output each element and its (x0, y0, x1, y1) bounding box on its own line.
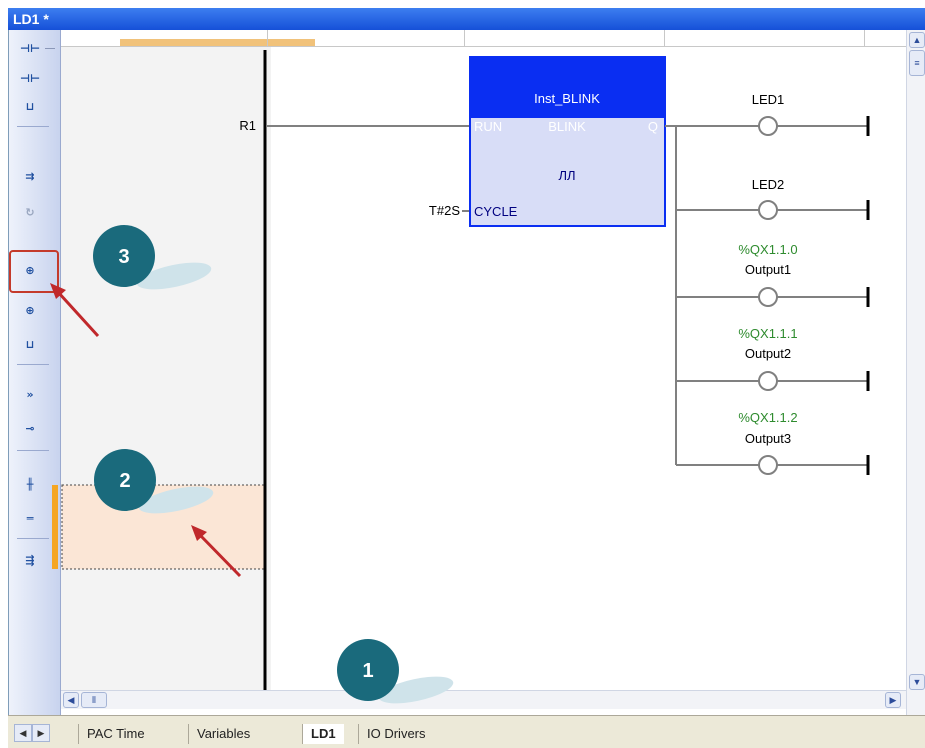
function-block-blink[interactable]: Inst_BLINK RUN BLINK Q ЛЛ CYCLE (469, 56, 666, 227)
callout-1: 1 (337, 639, 454, 704)
fb-type: BLINK (548, 119, 586, 134)
coil-name: LED1 (752, 92, 785, 107)
coil-address: %QX1.1.0 (738, 242, 797, 257)
contact-label-r1: R1 (239, 118, 256, 133)
fb-input-cycle: CYCLE (474, 204, 518, 219)
coil-name: Output2 (745, 346, 791, 361)
tab-scroll-left-button[interactable]: ◀ (14, 724, 32, 742)
tab-io-drivers[interactable]: IO Drivers (358, 724, 434, 744)
coil-output2[interactable]: %QX1.1.1 Output2 (676, 326, 870, 391)
coil-name: LED2 (752, 177, 785, 192)
tab-pac-time[interactable]: PAC Time (78, 724, 153, 744)
svg-text:3: 3 (118, 246, 129, 268)
ladder-diagram: R1 T#2S Inst_BLINK RUN BLINK Q ЛЛ CYCLE … (50, 50, 870, 747)
coil-led2[interactable]: LED2 (676, 177, 870, 220)
document-tab-bar: ◀ ▶ PAC Time Variables LD1 IO Drivers (8, 715, 925, 748)
cycle-value: T#2S (429, 203, 460, 218)
coil-name: Output3 (745, 431, 791, 446)
coil-output1[interactable]: %QX1.1.0 Output1 (676, 242, 870, 307)
tab-ld1[interactable]: LD1 (302, 724, 344, 744)
coil-led1[interactable]: LED1 (676, 92, 870, 136)
fb-instance-name: Inst_BLINK (534, 91, 600, 106)
coil-address: %QX1.1.1 (738, 326, 797, 341)
tab-scroll-right-button[interactable]: ▶ (32, 724, 50, 742)
coil-address: %QX1.1.2 (738, 410, 797, 425)
svg-text:1: 1 (362, 660, 373, 682)
coil-name: Output1 (745, 262, 791, 277)
fb-input-run: RUN (474, 119, 502, 134)
fb-output-q: Q (648, 119, 658, 134)
svg-text:2: 2 (119, 470, 130, 492)
tab-variables[interactable]: Variables (188, 724, 258, 744)
callout-3: 3 (93, 225, 212, 290)
arrow-to-coil-button (50, 283, 100, 338)
coil-output3[interactable]: %QX1.1.2 Output3 (676, 410, 870, 475)
fb-pulse-symbol: ЛЛ (558, 168, 575, 183)
